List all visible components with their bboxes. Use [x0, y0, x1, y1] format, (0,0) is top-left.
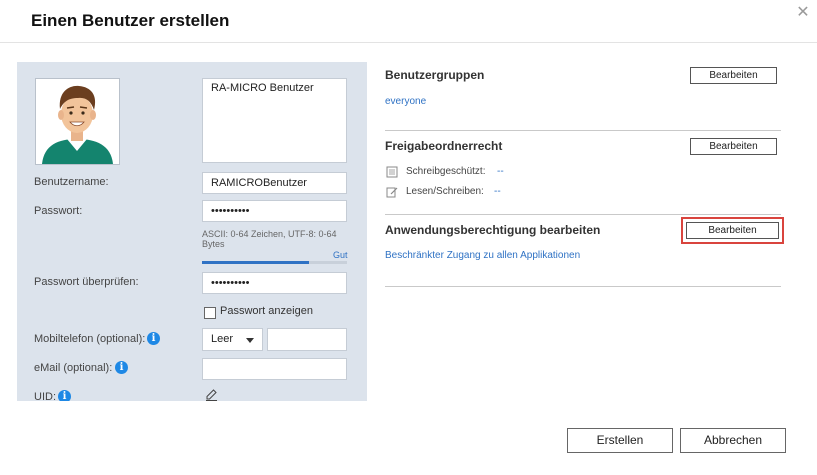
create-button[interactable]: Erstellen — [567, 428, 673, 453]
create-user-dialog: Einen Benutzer erstellen ✕ RA-MICRO Benu… — [0, 0, 817, 475]
cancel-button[interactable]: Abbrechen — [680, 428, 786, 453]
read-write-label: Lesen/Schreiben: — [406, 186, 484, 197]
info-icon[interactable]: i — [115, 361, 128, 374]
user-groups-title: Benutzergruppen — [385, 68, 485, 82]
section-divider — [385, 214, 781, 215]
user-groups-value[interactable]: everyone — [385, 96, 426, 107]
edit-shared-folders-button[interactable]: Bearbeiten — [690, 138, 777, 155]
read-only-value: -- — [497, 166, 504, 177]
app-privileges-value[interactable]: Beschränkter Zugang zu allen Applikation… — [385, 250, 580, 261]
password-label: Passwort: — [34, 205, 83, 217]
title-divider — [0, 42, 817, 43]
info-icon[interactable]: i — [58, 390, 71, 401]
read-write-icon — [386, 187, 398, 198]
username-label: Benutzername: — [34, 176, 109, 188]
password-strength-bar — [202, 261, 347, 264]
password-input[interactable]: •••••••••• — [202, 200, 347, 222]
section-divider — [385, 130, 781, 131]
username-input[interactable]: RAMICROBenutzer — [202, 172, 347, 194]
mobile-country-value: Leer — [211, 333, 234, 345]
dialog-title: Einen Benutzer erstellen — [31, 11, 230, 30]
password-strength-label: Gut — [333, 250, 348, 260]
read-write-value: -- — [494, 186, 501, 197]
mobile-input[interactable] — [267, 328, 347, 351]
section-divider — [385, 286, 781, 287]
email-label: eMail (optional): — [34, 362, 113, 374]
read-only-icon — [386, 166, 398, 178]
email-input[interactable] — [202, 358, 347, 380]
confirm-password-label: Passwort überprüfen: — [34, 276, 139, 288]
shared-folder-rights-title: Freigabeordnerrecht — [385, 139, 503, 153]
show-password-checkbox[interactable] — [204, 307, 216, 319]
user-details-panel: RA-MICRO Benutzer Benutzername: RAMICROB… — [17, 62, 367, 401]
read-only-label: Schreibgeschützt: — [406, 166, 486, 177]
edit-app-privileges-button[interactable]: Bearbeiten — [686, 222, 779, 239]
mobile-label: Mobiltelefon (optional): — [34, 333, 146, 345]
info-icon[interactable]: i — [147, 332, 160, 345]
show-password-label: Passwort anzeigen — [220, 305, 313, 317]
user-avatar-icon — [36, 79, 119, 164]
edit-icon[interactable] — [205, 388, 218, 401]
app-privileges-title: Anwendungsberechtigung bearbeiten — [385, 223, 601, 237]
confirm-password-input[interactable]: •••••••••• — [202, 272, 347, 294]
password-hint: ASCII: 0-64 Zeichen, UTF-8: 0-64 Bytes — [202, 229, 337, 249]
password-strength-fill — [202, 261, 310, 264]
uid-label: UID: — [34, 391, 56, 401]
chevron-down-icon — [246, 338, 254, 343]
description-textarea[interactable]: RA-MICRO Benutzer — [202, 78, 347, 163]
mobile-country-select[interactable]: Leer — [202, 328, 263, 351]
edit-groups-button[interactable]: Bearbeiten — [690, 67, 777, 84]
avatar[interactable] — [35, 78, 120, 165]
close-icon[interactable]: ✕ — [795, 5, 811, 21]
